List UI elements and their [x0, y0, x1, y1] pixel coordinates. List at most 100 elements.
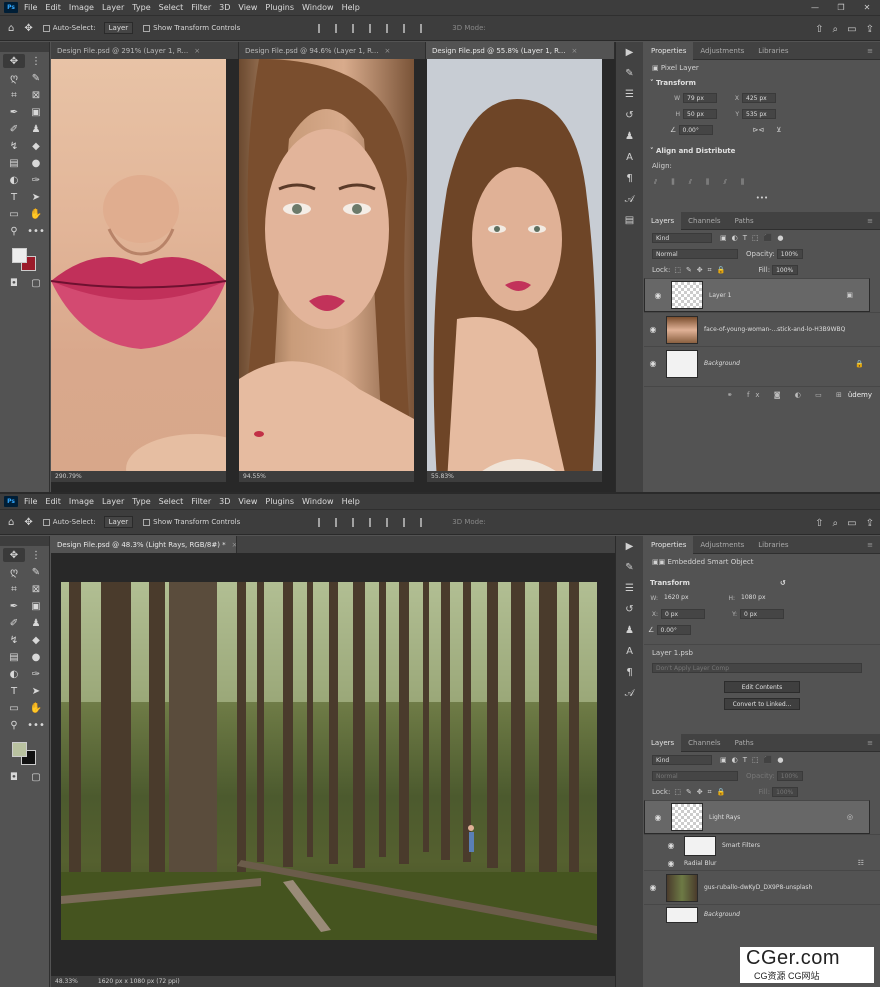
play-icon[interactable]: ▶ — [616, 536, 643, 557]
brush-settings-icon[interactable]: ✎ — [616, 63, 643, 84]
tab-channels[interactable]: Channels — [681, 212, 727, 230]
layer-select-dropdown[interactable]: Layer — [103, 22, 134, 34]
menu-filter[interactable]: Filter — [191, 497, 211, 506]
eraser-tool-icon[interactable]: ◆ — [25, 633, 47, 647]
clone-source-icon[interactable]: ♟ — [616, 620, 643, 641]
lasso-tool-icon[interactable]: ღ — [3, 71, 25, 85]
angle-field[interactable]: 0.00° — [678, 125, 713, 135]
blend-mode-dropdown[interactable]: Normal — [652, 771, 738, 781]
path-select-icon[interactable]: ➤ — [25, 684, 47, 698]
distribute-icon[interactable] — [420, 517, 428, 527]
layer-select-dropdown[interactable]: Layer — [103, 516, 134, 528]
layer-comp-dropdown[interactable]: Don't Apply Layer Comp — [652, 663, 862, 673]
height-field[interactable]: 1080 px — [738, 593, 772, 603]
fill-field[interactable]: 100% — [772, 265, 799, 275]
frame-tool-icon[interactable]: ⊠ — [25, 88, 47, 102]
menu-file[interactable]: File — [24, 497, 37, 506]
workspace-icon[interactable]: ▭ — [847, 518, 856, 529]
close-tab-icon[interactable]: × — [232, 541, 236, 549]
history-icon[interactable]: ↺ — [616, 599, 643, 620]
share-image-icon[interactable]: ⇪ — [866, 518, 874, 529]
menu-image[interactable]: Image — [69, 497, 94, 506]
search-icon[interactable]: ⌕ — [833, 24, 839, 35]
portrait-closeup-image[interactable]: 290.79% — [51, 59, 226, 482]
tab-doc-1[interactable]: Design File.psd @ 291% (Layer 1, R... × — [51, 42, 239, 59]
filter-options-icon[interactable]: ☷ — [858, 859, 864, 867]
history-brush-icon[interactable]: ↯ — [3, 633, 25, 647]
brush-tool-icon[interactable]: ✐ — [3, 122, 25, 136]
eyedropper-tool-icon[interactable]: ✒ — [3, 599, 25, 613]
lock-icons[interactable]: ⬚✎✥⌗🔒 — [674, 266, 730, 275]
menu-plugins[interactable]: Plugins — [265, 3, 294, 12]
screen-mode-icon[interactable]: ▢ — [25, 276, 47, 290]
tab-adjustments[interactable]: Adjustments — [693, 42, 751, 60]
quick-select-tool-icon[interactable]: ✎ — [25, 71, 47, 85]
close-tab-icon[interactable]: × — [571, 47, 577, 55]
kind-filter-dropdown[interactable]: Kind — [652, 755, 712, 765]
flip-vertical-icon[interactable]: ⊻ — [776, 126, 781, 134]
healing-tool-icon[interactable]: ▣ — [25, 105, 47, 119]
menu-file[interactable]: File — [24, 3, 37, 12]
quick-select-tool-icon[interactable]: ✎ — [25, 565, 47, 579]
x-field[interactable]: 425 px — [742, 93, 776, 103]
eyedropper-tool-icon[interactable]: ✒ — [3, 105, 25, 119]
more-tools-icon[interactable]: ••• — [25, 224, 47, 238]
panel-menu-icon[interactable]: ≡ — [860, 42, 880, 60]
layer-footer-icons[interactable]: ⚭ fx ◙ ◐ ▭ ⊞ — [727, 391, 848, 399]
align-left-icon[interactable] — [318, 23, 326, 33]
adjust-sliders-icon[interactable]: ☰ — [616, 84, 643, 105]
menu-filter[interactable]: Filter — [191, 3, 211, 12]
tab-properties[interactable]: Properties — [644, 41, 694, 60]
eye-icon[interactable]: ◉ — [649, 291, 667, 300]
tab-doc-2[interactable]: Design File.psd @ 94.6% (Layer 1, R... × — [239, 42, 426, 59]
filter-icons[interactable]: ▣◐T⬚⬛● — [720, 234, 788, 242]
more-tools-icon[interactable]: ••• — [25, 718, 47, 732]
eye-icon[interactable]: ◉ — [649, 813, 667, 822]
menu-select[interactable]: Select — [159, 497, 184, 506]
menu-window[interactable]: Window — [302, 3, 334, 12]
tab-doc-3[interactable]: Design File.psd @ 55.8% (Layer 1, R... × — [426, 42, 615, 59]
y-field[interactable]: 535 px — [742, 109, 776, 119]
marquee-tool-icon[interactable]: ⋮ — [25, 54, 47, 68]
menu-select[interactable]: Select — [159, 3, 184, 12]
tab-layers[interactable]: Layers — [644, 733, 682, 752]
align-section[interactable]: ˅ Align and Distribute — [644, 144, 880, 158]
layer-row[interactable]: ◉ face-of-young-woman-...stick-and-lo-H3B… — [644, 312, 880, 346]
transform-section[interactable]: ˅ Transform — [644, 76, 880, 90]
menu-view[interactable]: View — [238, 497, 257, 506]
minimize-icon[interactable]: — — [802, 3, 828, 12]
type-tool-icon[interactable]: T — [3, 190, 25, 204]
glyphs-icon[interactable]: 𝒜 — [616, 683, 643, 704]
height-field[interactable]: 50 px — [683, 109, 717, 119]
eye-icon[interactable]: ◉ — [644, 883, 662, 892]
foreground-color-swatch[interactable] — [12, 248, 27, 263]
quick-mask-icon[interactable]: ◘ — [3, 276, 25, 290]
align-left-icon[interactable] — [318, 517, 326, 527]
menu-edit[interactable]: Edit — [45, 497, 61, 506]
brush-tool-icon[interactable]: ✐ — [3, 616, 25, 630]
rectangle-tool-icon[interactable]: ▭ — [3, 207, 25, 221]
close-icon[interactable]: ✕ — [854, 3, 880, 12]
home-icon[interactable]: ⌂ — [8, 23, 14, 34]
stamp-tool-icon[interactable]: ♟ — [25, 616, 47, 630]
reset-icon[interactable]: ↺ — [780, 579, 786, 587]
hand-tool-icon[interactable]: ✋ — [25, 701, 47, 715]
paragraph-icon[interactable]: ¶ — [616, 662, 643, 683]
panel-menu-icon[interactable]: ≡ — [860, 212, 880, 230]
transform-section[interactable]: Transform ↺ — [644, 576, 880, 590]
more-options-icon[interactable]: ••• — [644, 190, 880, 206]
stamp-tool-icon[interactable]: ♟ — [25, 122, 47, 136]
forest-canvas-image[interactable] — [61, 582, 597, 940]
align-hcenter-icon[interactable] — [335, 23, 343, 33]
path-select-icon[interactable]: ➤ — [25, 190, 47, 204]
tools-panel-grip[interactable] — [0, 536, 49, 546]
tools-panel-grip[interactable] — [0, 42, 49, 52]
layer-row[interactable]: ◉ Light Rays ◎ — [644, 800, 870, 834]
menu-window[interactable]: Window — [302, 497, 334, 506]
foreground-color-swatch[interactable] — [12, 742, 27, 757]
layer-row[interactable]: Background — [644, 904, 880, 924]
dodge-tool-icon[interactable]: ◐ — [3, 667, 25, 681]
gradient-tool-icon[interactable]: ▤ — [3, 650, 25, 664]
tab-properties[interactable]: Properties — [644, 535, 694, 554]
hand-tool-icon[interactable]: ✋ — [25, 207, 47, 221]
